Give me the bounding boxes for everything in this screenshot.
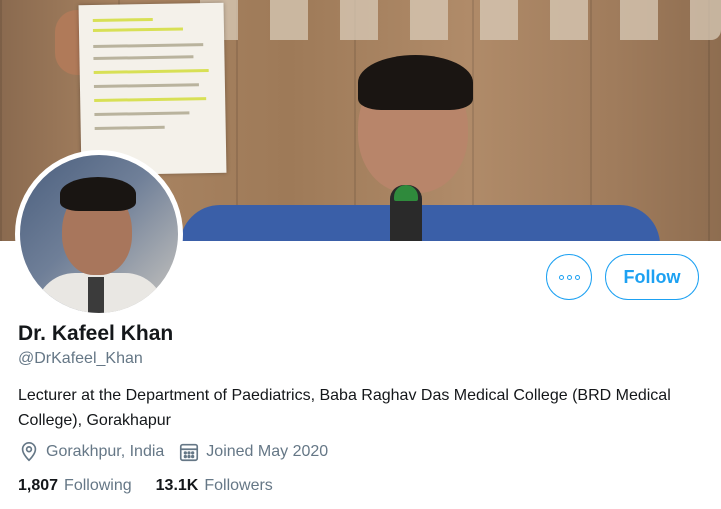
profile-meta: Gorakhpur, India Joined May 2020 <box>18 441 328 463</box>
profile-location: Gorakhpur, India <box>46 443 165 460</box>
calendar-icon <box>178 441 200 463</box>
banner-wall-lettering <box>200 0 721 40</box>
profile-bio: Lecturer at the Department of Paediatric… <box>18 387 671 429</box>
followers-link[interactable]: 13.1K Followers <box>156 477 273 495</box>
profile-handle: @DrKafeel_Khan <box>18 350 143 367</box>
followers-count: 13.1K <box>155 477 199 494</box>
profile-joined: Joined May 2020 <box>206 443 329 460</box>
profile-stats: 1,807 Following 13.1K Followers <box>18 477 297 495</box>
banner-person <box>180 55 660 241</box>
following-link[interactable]: 1,807 Following <box>18 477 132 495</box>
more-options-button[interactable] <box>546 254 592 300</box>
followers-label: Followers <box>204 477 273 494</box>
following-count: 1,807 <box>18 477 59 494</box>
profile-name: Dr. Kafeel Khan <box>18 322 174 345</box>
microphone-icon <box>390 185 422 241</box>
location-pin-icon <box>18 441 40 463</box>
avatar[interactable] <box>15 150 183 318</box>
more-options-icon <box>558 274 564 280</box>
following-label: Following <box>64 477 132 494</box>
follow-button[interactable]: Follow <box>605 254 699 300</box>
